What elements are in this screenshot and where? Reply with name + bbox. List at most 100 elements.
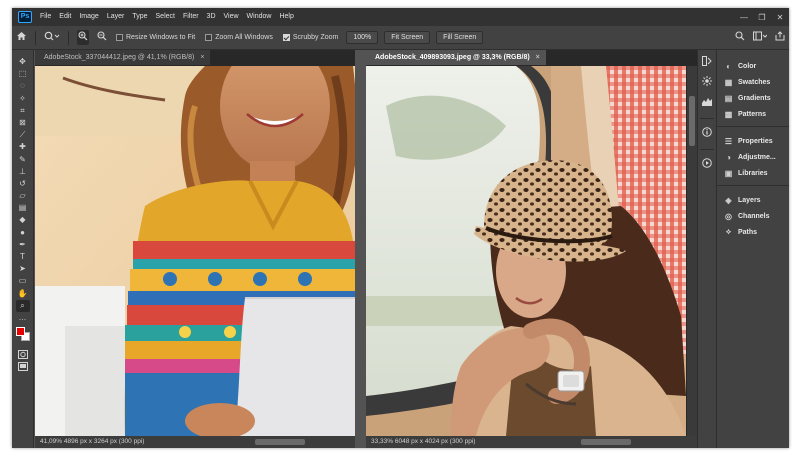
horizontal-scrollbar-thumb[interactable]	[255, 439, 305, 445]
document-tab-1[interactable]: AdobeStock_337044412.jpeg @ 41,1% (RGB/8…	[35, 50, 211, 65]
fill-screen-button[interactable]: Fill Screen	[436, 31, 484, 44]
resize-windows-checkbox[interactable]: Resize Windows to Fit	[116, 34, 195, 41]
history-brush-tool-icon[interactable]: ↺	[16, 178, 30, 190]
panel-color[interactable]: ◐ Color	[717, 58, 789, 74]
more-tools-icon[interactable]: …	[16, 312, 30, 324]
screen-mode-icon[interactable]	[16, 362, 30, 374]
document-divider[interactable]	[355, 50, 366, 448]
share-icon[interactable]	[775, 31, 785, 44]
workspace-icon[interactable]	[753, 31, 768, 44]
photo-woman-with-laptop	[35, 66, 355, 436]
menu-image[interactable]: Image	[75, 8, 102, 26]
marquee-tool-icon[interactable]: ⬚	[16, 68, 30, 80]
menu-3d[interactable]: 3D	[203, 8, 220, 26]
swatches-icon: ▦	[724, 77, 733, 87]
panel-label: Properties	[738, 137, 773, 145]
panel-gradients[interactable]: ▤ Gradients	[717, 90, 789, 106]
menu-file[interactable]: File	[36, 8, 55, 26]
search-icon[interactable]	[735, 31, 745, 44]
lasso-tool-icon[interactable]: ◌	[16, 80, 30, 92]
dodge-tool-icon[interactable]: ●	[16, 227, 30, 239]
tab-close-icon[interactable]: ×	[536, 54, 540, 61]
frame-tool-icon[interactable]: ⊠	[16, 117, 30, 129]
color-swatches[interactable]	[15, 326, 31, 344]
foreground-color-swatch[interactable]	[15, 327, 25, 337]
panel-paths[interactable]: ⟡ Paths	[717, 224, 789, 240]
menu-type[interactable]: Type	[128, 8, 151, 26]
maximize-icon[interactable]: ❐	[753, 13, 771, 22]
rectangle-tool-icon[interactable]: ▭	[16, 275, 30, 287]
checkbox-box[interactable]	[205, 34, 213, 41]
menu-window[interactable]: Window	[243, 8, 276, 26]
panel-patterns[interactable]: ▩ Patterns	[717, 106, 789, 122]
gradient-tool-icon[interactable]: ▤	[16, 202, 30, 214]
channels-icon: ◎	[725, 211, 732, 221]
menu-edit[interactable]: Edit	[55, 8, 75, 26]
panel-libraries[interactable]: ▣ Libraries	[717, 165, 789, 181]
clone-stamp-tool-icon[interactable]: ⊥	[16, 166, 30, 178]
info-icon[interactable]	[700, 127, 714, 141]
vertical-scrollbar[interactable]	[687, 66, 697, 436]
hand-tool-icon[interactable]: ✋	[16, 288, 30, 300]
divider	[35, 30, 36, 45]
brush-settings-icon[interactable]	[700, 76, 714, 90]
menu-filter[interactable]: Filter	[179, 8, 203, 26]
menu-help[interactable]: Help	[275, 8, 297, 26]
pen-tool-icon[interactable]: ✒	[16, 239, 30, 251]
panel-channels[interactable]: ◎ Channels	[717, 208, 789, 224]
blur-tool-icon[interactable]: ◆	[16, 214, 30, 226]
type-tool-icon[interactable]: T	[16, 251, 30, 263]
path-selection-tool-icon[interactable]: ➤	[16, 263, 30, 275]
document-status: 41,09% 4896 px x 3264 px (300 ppi)	[40, 438, 145, 445]
panel-label: Channels	[738, 212, 770, 220]
checkbox-box[interactable]	[116, 34, 123, 41]
histogram-icon[interactable]	[700, 96, 714, 110]
panel-group-layers: ◈ Layers ◎ Channels ⟡ Paths	[717, 190, 789, 244]
patterns-icon: ▩	[724, 109, 733, 119]
scrollbar-thumb[interactable]	[689, 96, 695, 146]
adjustments-icon: ◑	[726, 152, 731, 162]
zoom-in-icon[interactable]	[77, 30, 89, 45]
zoom-tool-preset-icon[interactable]	[44, 31, 60, 44]
move-tool-icon[interactable]: ✥	[16, 56, 30, 68]
minimize-icon[interactable]: —	[735, 13, 753, 22]
document-window-2: AdobeStock_409893093.jpeg @ 33,3% (RGB/8…	[366, 50, 697, 448]
zoom-value-field[interactable]: 100%	[346, 31, 379, 44]
zoom-out-icon[interactable]	[97, 31, 107, 44]
panel-label: Paths	[738, 228, 758, 236]
eraser-tool-icon[interactable]: ▱	[16, 190, 30, 202]
crop-tool-icon[interactable]: ⌗	[16, 105, 30, 117]
panel-properties[interactable]: ☰ Properties	[717, 133, 789, 149]
menu-layer[interactable]: Layer	[103, 8, 129, 26]
home-icon[interactable]	[16, 31, 27, 44]
history-panel-icon[interactable]	[700, 56, 714, 70]
tab-close-icon[interactable]: ×	[200, 54, 204, 61]
panel-group-color: ◐ Color ▦ Swatches ▤ Gradients ▩ Patterns	[717, 56, 789, 127]
zoom-all-windows-checkbox[interactable]: Zoom All Windows	[205, 34, 273, 41]
checkbox-box[interactable]	[282, 34, 290, 41]
actions-icon[interactable]	[700, 158, 714, 172]
panel-label: Patterns	[738, 110, 767, 118]
magic-wand-tool-icon[interactable]: ✧	[16, 93, 30, 105]
scrubby-zoom-label: Scrubby Zoom	[292, 34, 339, 41]
properties-icon: ☰	[724, 136, 733, 146]
options-right	[731, 31, 789, 44]
panel-layers[interactable]: ◈ Layers	[717, 192, 789, 208]
zoom-tool-icon[interactable]: ⌕	[15, 299, 30, 312]
options-bar: Resize Windows to Fit Zoom All Windows S…	[12, 26, 789, 50]
eyedropper-tool-icon[interactable]: ⟋	[16, 129, 30, 141]
healing-brush-tool-icon[interactable]: ✚	[16, 141, 30, 153]
fit-screen-button[interactable]: Fit Screen	[384, 31, 431, 44]
menu-select[interactable]: Select	[152, 8, 179, 26]
quick-mask-icon[interactable]	[16, 350, 30, 362]
panel-swatches[interactable]: ▦ Swatches	[717, 74, 789, 90]
menu-view[interactable]: View	[220, 8, 243, 26]
close-icon[interactable]: ✕	[771, 13, 789, 22]
scrubby-zoom-checkbox[interactable]: Scrubby Zoom	[282, 34, 339, 41]
horizontal-scrollbar-thumb[interactable]	[581, 439, 631, 445]
canvas-image-woman-hat[interactable]	[366, 66, 686, 436]
document-tab-2[interactable]: AdobeStock_409893093.jpeg @ 33,3% (RGB/8…	[366, 50, 546, 65]
canvas-image-woman-laptop[interactable]	[35, 66, 355, 436]
brush-tool-icon[interactable]: ✎	[16, 154, 30, 166]
panel-adjustments[interactable]: ◑ Adjustme...	[717, 149, 789, 165]
